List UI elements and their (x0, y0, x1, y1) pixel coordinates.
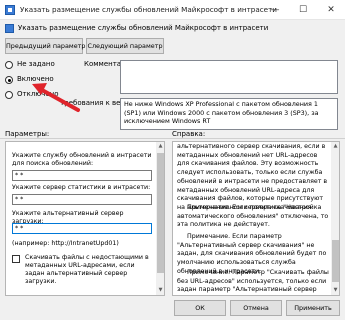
scrollbar-thumb[interactable] (157, 153, 164, 273)
maximize-button[interactable]: ☐ (289, 0, 317, 20)
help-paragraph: альтернативного сервер скачивания, если … (177, 143, 328, 211)
help-panel: альтернативного сервер скачивания, если … (172, 141, 340, 296)
options-label: Параметры: (5, 130, 50, 138)
download-without-url-checkbox[interactable] (12, 255, 20, 263)
alt-download-input[interactable]: * * (12, 223, 152, 234)
download-without-url-label: Скачивать файлы с недостающими в метадан… (25, 254, 149, 285)
radio-circle[interactable] (5, 91, 13, 99)
policy-settings-icon (5, 5, 15, 15)
next-setting-button[interactable]: Следующий параметр (86, 38, 164, 54)
comment-textarea[interactable] (120, 60, 338, 94)
cancel-button[interactable]: Отмена (230, 300, 282, 316)
scroll-up-icon[interactable]: ▲ (156, 142, 164, 151)
section-divider (0, 138, 345, 139)
update-service-input[interactable]: * * (12, 170, 152, 181)
ok-button[interactable]: ОК (174, 300, 226, 316)
scrollbar-thumb[interactable] (332, 240, 339, 282)
stats-server-label: Укажите сервер статистики в интрасети: (12, 184, 151, 191)
help-label: Справка: (172, 130, 206, 138)
options-panel: Укажите службу обновлений в интрасети дл… (5, 141, 165, 296)
radio-circle[interactable] (5, 61, 13, 69)
radio-label: Не задано (17, 60, 55, 68)
scroll-up-icon[interactable]: ▲ (331, 142, 339, 151)
options-scrollbar[interactable]: ▲ ▼ (156, 142, 164, 295)
help-paragraph: Примечание. Если политика "Настройка авт… (177, 204, 329, 229)
update-service-label: Укажите службу обновлений в интрасети дл… (12, 152, 152, 167)
supported-on-text: Не ниже Windows XP Professional с пакето… (124, 100, 319, 126)
minimize-button[interactable]: — (261, 0, 289, 20)
title-bar: Указать размещение службы обновлений Май… (0, 0, 345, 20)
scroll-down-icon[interactable]: ▼ (156, 286, 164, 295)
supported-on-box: Не ниже Windows XP Professional с пакето… (120, 98, 338, 130)
radio-label: Отключено (17, 90, 59, 98)
example-text: (например: http://IntranetUpd01) (12, 240, 119, 247)
help-paragraph: Примечание. Параметр "Скачивать файлы бе… (177, 269, 329, 294)
previous-setting-button[interactable]: Предыдущий параметр (5, 38, 85, 54)
policy-settings-icon (5, 24, 14, 33)
close-button[interactable]: ✕ (317, 0, 345, 20)
policy-title: Указать размещение службы обновлений Май… (18, 24, 269, 32)
stats-server-input[interactable]: * * (12, 194, 152, 205)
window-title: Указать размещение службы обновлений Май… (20, 5, 277, 14)
help-scrollbar[interactable]: ▲ ▼ (331, 142, 339, 295)
apply-button[interactable]: Применить (286, 300, 340, 316)
scroll-down-icon[interactable]: ▼ (331, 286, 339, 295)
radio-circle[interactable] (5, 76, 13, 84)
radio-label: Включено (17, 75, 54, 83)
